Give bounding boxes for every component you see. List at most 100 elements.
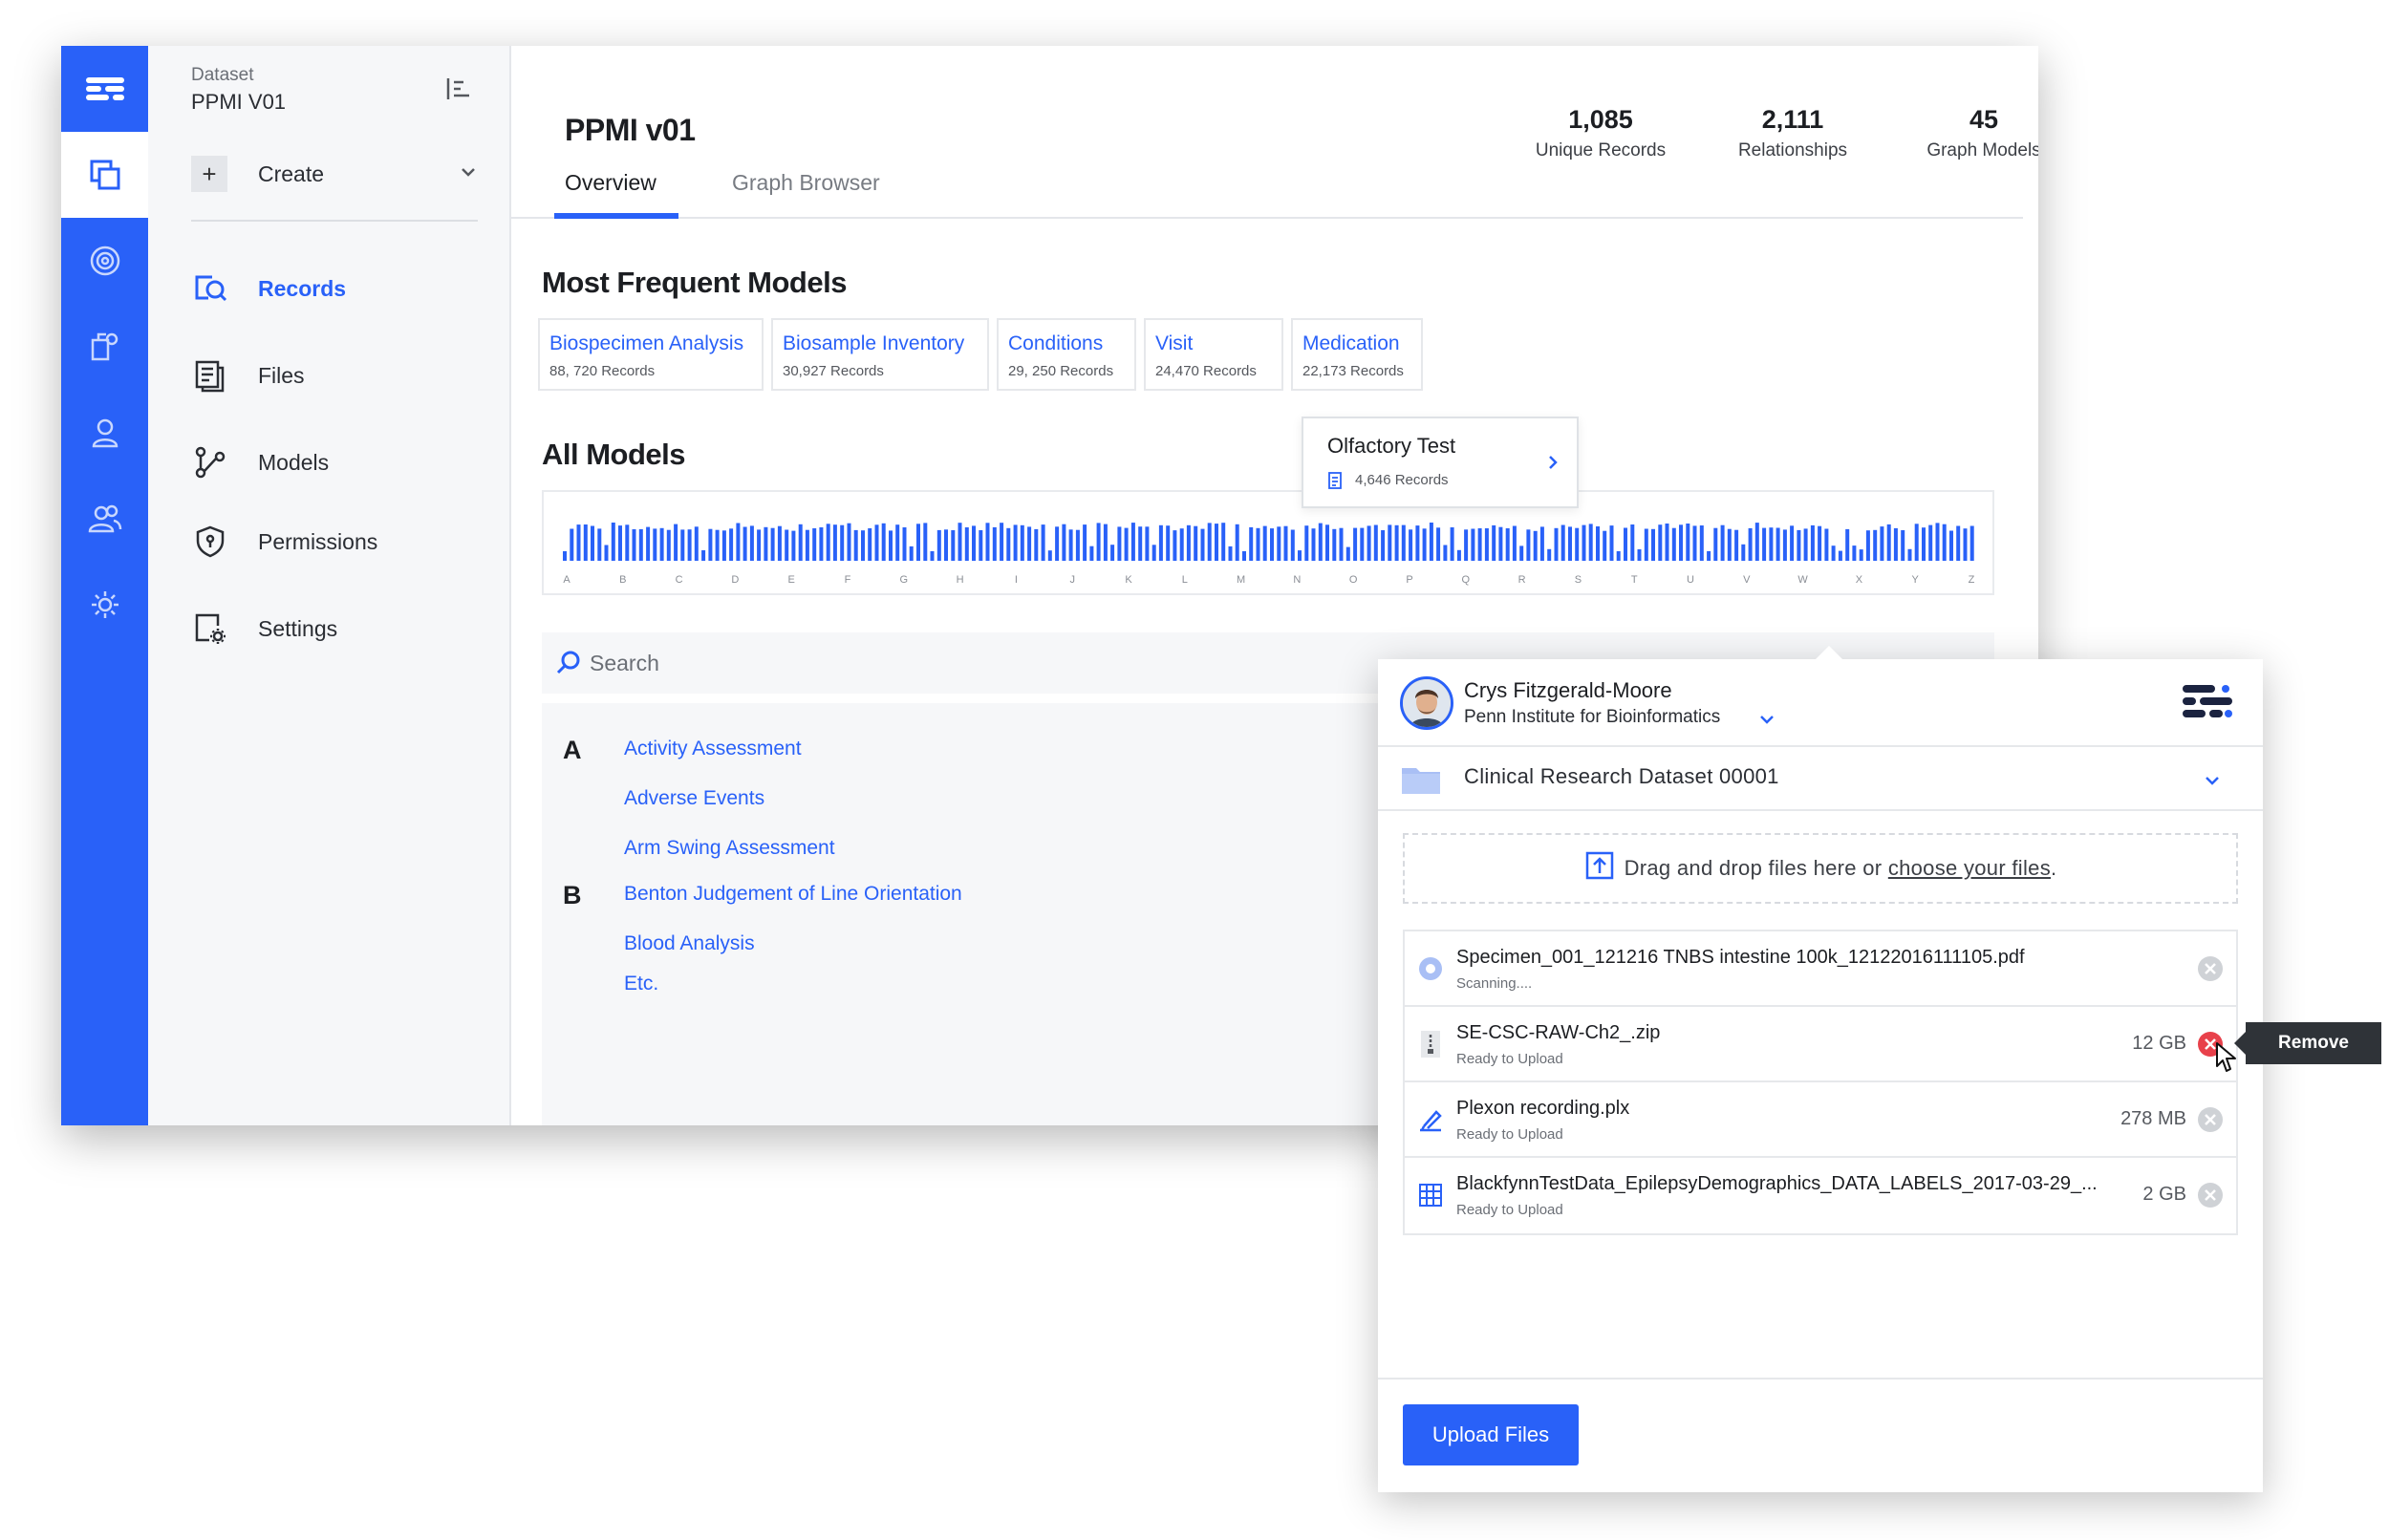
histogram-bar[interactable] <box>964 527 969 561</box>
histogram-bar[interactable] <box>1922 527 1926 561</box>
histogram-bar[interactable] <box>1367 525 1371 561</box>
user-rail-icon[interactable] <box>61 390 148 476</box>
histogram-bar[interactable] <box>1803 528 1808 561</box>
histogram-bar[interactable] <box>1298 550 1302 561</box>
histogram-bar[interactable] <box>1609 525 1614 561</box>
histogram-bar[interactable] <box>1055 526 1060 561</box>
histogram-bar[interactable] <box>930 551 935 561</box>
histogram-bar[interactable] <box>1679 524 1683 561</box>
histogram-bar[interactable] <box>1526 529 1531 561</box>
histogram-bar[interactable] <box>749 525 754 561</box>
histogram-bar[interactable] <box>1810 524 1815 561</box>
histogram-bar[interactable] <box>1873 529 1878 561</box>
histogram-bar[interactable] <box>1006 527 1011 561</box>
histogram-bar[interactable] <box>1492 524 1496 561</box>
histogram-bar[interactable] <box>1089 545 1094 561</box>
histogram-bar[interactable] <box>1651 528 1655 561</box>
histogram-bar[interactable] <box>840 524 845 561</box>
histogram-bar[interactable] <box>715 529 720 561</box>
frequent-model-card[interactable]: Biospecimen Analysis 88, 720 Records <box>538 318 764 391</box>
histogram-bar[interactable] <box>1942 524 1947 561</box>
histogram-bar[interactable] <box>1671 527 1676 561</box>
frequent-model-card[interactable]: Biosample Inventory 30,927 Records <box>771 318 989 391</box>
histogram-bar[interactable] <box>972 525 976 561</box>
app-logo-icon[interactable] <box>61 46 148 132</box>
histogram-bar[interactable] <box>1409 529 1413 561</box>
histogram-bar[interactable] <box>832 524 837 561</box>
histogram-bar[interactable] <box>1450 527 1454 561</box>
histogram-bar[interactable] <box>1186 524 1191 561</box>
histogram-bar[interactable] <box>1200 528 1205 561</box>
histogram-bar[interactable] <box>1464 529 1469 561</box>
histogram-bar[interactable] <box>674 524 678 561</box>
histogram-bar[interactable] <box>1456 549 1461 561</box>
histogram-bar[interactable] <box>812 528 817 561</box>
histogram-bar[interactable] <box>1353 527 1358 561</box>
histogram-bar[interactable] <box>819 527 824 561</box>
histogram-bar[interactable] <box>1644 528 1648 562</box>
remove-file-icon[interactable] <box>2196 1181 2225 1209</box>
histogram-bar[interactable] <box>1318 523 1323 561</box>
organization-name[interactable]: Penn Institute for Bioinformatics <box>1464 707 1720 728</box>
histogram-bar[interactable] <box>1270 528 1274 561</box>
histogram-bar[interactable] <box>1083 524 1087 561</box>
histogram-bar[interactable] <box>1075 529 1080 561</box>
histogram-bar[interactable] <box>1000 523 1004 561</box>
histogram-bar[interactable] <box>729 528 734 561</box>
histogram-bar[interactable] <box>563 551 567 561</box>
histogram-bar[interactable] <box>625 524 630 561</box>
histogram-bar[interactable] <box>895 524 900 561</box>
histogram-bar[interactable] <box>1471 528 1475 562</box>
histogram-bar[interactable] <box>1179 528 1184 561</box>
histogram-bar[interactable] <box>1262 525 1267 561</box>
histogram-bar[interactable] <box>1560 524 1565 562</box>
tab-overview[interactable]: Overview <box>565 170 656 196</box>
histogram-bar[interactable] <box>1901 530 1905 561</box>
remove-file-icon[interactable] <box>2196 1105 2225 1134</box>
histogram-bar[interactable] <box>1249 526 1254 561</box>
histogram-bar[interactable] <box>1373 524 1378 562</box>
histogram-bar[interactable] <box>1616 551 1621 561</box>
sidebar-item-permissions[interactable]: Permissions <box>191 521 478 563</box>
histogram-bar[interactable] <box>1782 529 1787 561</box>
histogram-bar[interactable] <box>1304 525 1309 561</box>
histogram-bar[interactable] <box>1754 523 1759 561</box>
histogram-bar[interactable] <box>861 530 865 561</box>
histogram-bar[interactable] <box>1484 528 1489 561</box>
histogram-bar[interactable] <box>1769 527 1774 561</box>
histogram-bar[interactable] <box>902 527 907 561</box>
histogram-bar[interactable] <box>708 528 713 561</box>
datasets-rail-icon[interactable] <box>61 132 148 218</box>
settings-rail-icon[interactable] <box>61 562 148 648</box>
histogram-bar[interactable] <box>1603 530 1607 561</box>
histogram-bar[interactable] <box>1360 527 1365 561</box>
histogram-bar[interactable] <box>1852 545 1857 561</box>
histogram-bar[interactable] <box>1907 548 1912 561</box>
histogram-bar[interactable] <box>1027 526 1032 561</box>
chevron-down-icon[interactable] <box>1758 713 1776 730</box>
histogram-bar[interactable] <box>1762 527 1767 561</box>
histogram-bar[interactable] <box>1498 526 1503 561</box>
histogram-bar[interactable] <box>1624 527 1627 562</box>
tab-graph-browser[interactable]: Graph Browser <box>732 170 880 196</box>
histogram-bar[interactable] <box>1539 526 1544 561</box>
model-name-link[interactable]: Conditions <box>1008 332 1125 355</box>
histogram-bar[interactable] <box>611 523 615 561</box>
histogram-bar[interactable] <box>1686 524 1690 561</box>
histogram-bar[interactable] <box>958 523 962 561</box>
create-dropdown[interactable]: + Create <box>191 153 478 195</box>
histogram-bar[interactable] <box>1415 525 1420 561</box>
choose-files-link[interactable]: choose your files <box>1888 856 2051 880</box>
histogram-bar[interactable] <box>638 528 643 561</box>
histogram-bar[interactable] <box>1928 524 1933 561</box>
model-name-link[interactable]: Medication <box>1302 332 1411 355</box>
histogram-bar[interactable] <box>1658 524 1663 561</box>
histogram-bar[interactable] <box>1429 523 1433 561</box>
histogram-bar[interactable] <box>1013 524 1018 561</box>
histogram-bar[interactable] <box>1720 524 1725 561</box>
histogram-bar[interactable] <box>1790 525 1795 561</box>
histogram-bar[interactable] <box>874 524 879 561</box>
histogram-bar[interactable] <box>1707 550 1711 561</box>
histogram-bar[interactable] <box>1151 545 1156 561</box>
histogram-bar[interactable] <box>791 530 796 561</box>
